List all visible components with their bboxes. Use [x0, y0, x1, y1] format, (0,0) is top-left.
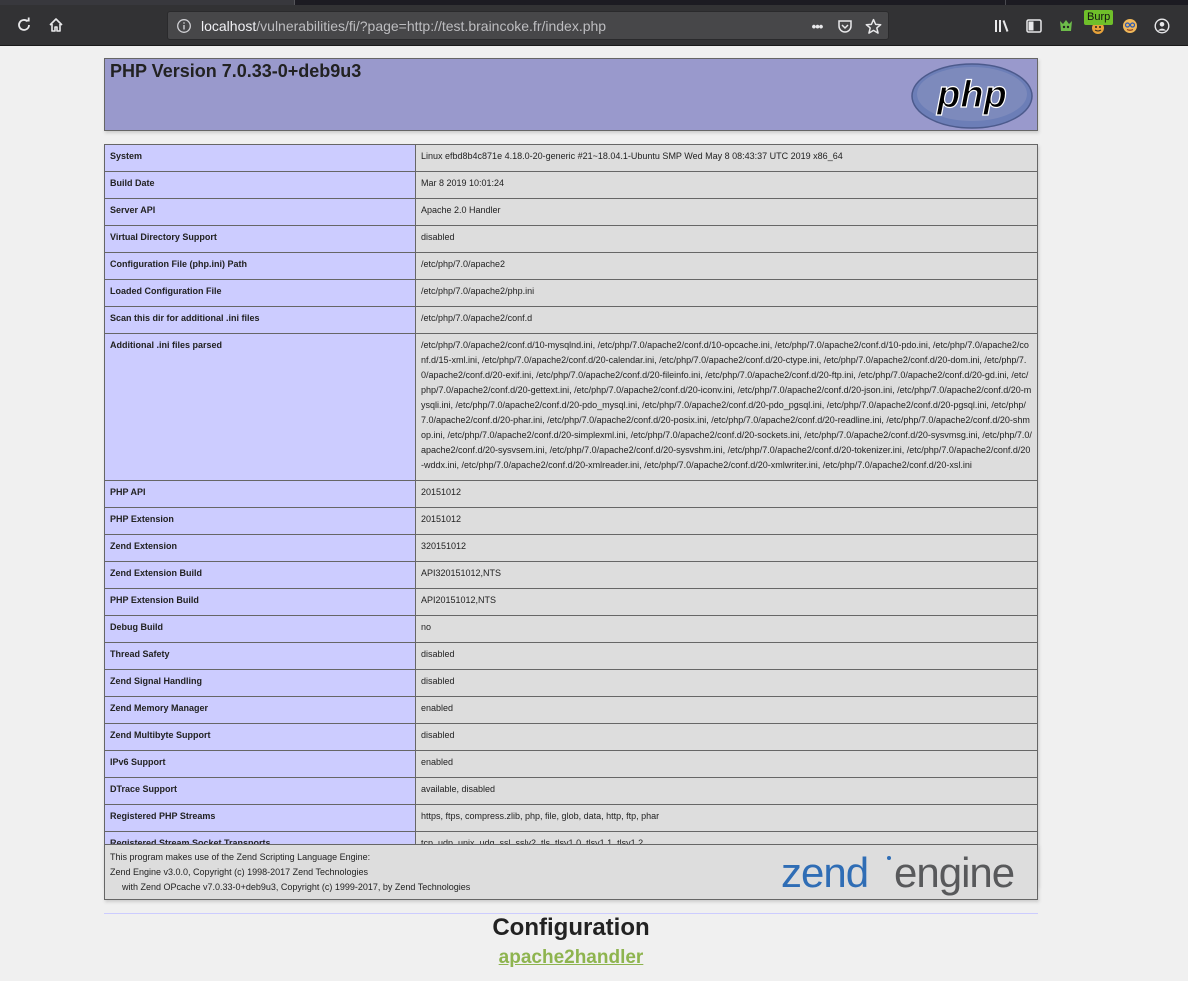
row-value: 20151012: [415, 507, 1038, 535]
row-key: Zend Memory Manager: [104, 696, 416, 724]
row-key: System: [104, 144, 416, 172]
row-value: Linux efbd8b4c871e 4.18.0-20-generic #21…: [415, 144, 1038, 172]
info-table: System Linux efbd8b4c871e 4.18.0-20-gener…: [104, 144, 1038, 886]
zend-line-2: Zend Engine v3.0.0, Copyright (c) 1998-2…: [110, 867, 368, 877]
row-key: DTrace Support: [104, 777, 416, 805]
row-key: Virtual Directory Support: [104, 225, 416, 253]
table-row: Configuration File (php.ini) Path/etc/ph…: [104, 252, 1038, 280]
table-row: Zend Extension Build API320151012,NTS: [104, 561, 1038, 589]
table-row: Debug Build no: [104, 615, 1038, 643]
row-key: Loaded Configuration File: [104, 279, 416, 307]
zend-logo-word-2: engine: [894, 849, 1014, 896]
row-value: /etc/php/7.0/apache2/conf.d: [415, 306, 1038, 334]
zend-line-1: This program makes use of the Zend Scrip…: [110, 852, 371, 862]
url-bar[interactable]: localhost/vulnerabilities/fi/?page=http:…: [167, 11, 889, 40]
row-value: /etc/php/7.0/apache2/conf.d/10-mysqlnd.i…: [415, 333, 1038, 481]
php-logo[interactable]: php: [911, 63, 1033, 129]
row-value: 20151012: [415, 480, 1038, 508]
table-row: Scan this dir for additional .ini files /…: [104, 306, 1038, 334]
burp-badge: Burp: [1084, 10, 1114, 25]
row-value: enabled: [415, 750, 1038, 778]
reload-icon[interactable]: [12, 13, 36, 37]
table-row: Additional .ini files parsed/etc/php/7.0…: [104, 333, 1038, 481]
row-key: PHP API: [104, 480, 416, 508]
row-value: https, ftps, compress.zlib, php, file, g…: [415, 804, 1038, 832]
url-path: /vulnerabilities/fi/?page=http://test.br…: [256, 18, 607, 34]
account-icon[interactable]: [1146, 11, 1178, 41]
row-value: enabled: [415, 696, 1038, 724]
table-row: PHP Extension 20151012: [104, 507, 1038, 535]
table-row: Zend Memory Manager enabled: [104, 696, 1038, 724]
row-key: PHP Extension: [104, 507, 416, 535]
row-key: Scan this dir for additional .ini files: [104, 306, 416, 334]
row-value: Apache 2.0 Handler: [415, 198, 1038, 226]
zend-box: This program makes use of the Zend Scrip…: [104, 844, 1038, 900]
table-row: Zend Extension 320151012: [104, 534, 1038, 562]
url-actions: •••: [808, 16, 882, 36]
zend-credits: This program makes use of the Zend Scrip…: [110, 850, 470, 895]
row-key: IPv6 Support: [104, 750, 416, 778]
row-value: API320151012,NTS: [415, 561, 1038, 589]
row-key: Debug Build: [104, 615, 416, 643]
php-header: PHP Version 7.0.33-0+deb9u3 php: [104, 58, 1038, 131]
row-key: PHP Extension Build: [104, 588, 416, 616]
row-key: Zend Extension: [104, 534, 416, 562]
table-row: Registered PHP Streams https, ftps, compr…: [104, 804, 1038, 832]
row-key: Server API: [104, 198, 416, 226]
row-value: available, disabled: [415, 777, 1038, 805]
url-host: localhost: [201, 18, 257, 34]
table-row: DTrace Support available, disabled: [104, 777, 1038, 805]
extension-ghost-icon[interactable]: [1050, 11, 1082, 41]
zend-line-3: with Zend OPcache v7.0.33-0+deb9u3, Copy…: [122, 882, 471, 892]
row-value: disabled: [415, 669, 1038, 697]
page-title: PHP Version 7.0.33-0+deb9u3: [110, 61, 362, 81]
row-key: Build Date: [104, 171, 416, 199]
table-row: Zend Signal Handling disabled: [104, 669, 1038, 697]
info-icon[interactable]: [176, 18, 192, 34]
apache2handler-link[interactable]: apache2handler: [104, 947, 1038, 969]
row-key: Additional .ini files parsed: [104, 333, 416, 481]
toolbar-right: [986, 11, 1178, 41]
avatar-extension-icon[interactable]: [1114, 11, 1146, 41]
table-row: Build Date Mar 8 2019 10:01:24: [104, 171, 1038, 199]
browser-navbar: localhost/vulnerabilities/fi/?page=http:…: [0, 5, 1188, 46]
home-icon[interactable]: [44, 13, 68, 37]
page-actions-icon[interactable]: •••: [808, 16, 826, 36]
row-value: disabled: [415, 642, 1038, 670]
row-value: /etc/php/7.0/apache2: [415, 252, 1038, 280]
zend-engine-logo[interactable]: zend engine: [781, 849, 1033, 897]
table-row: IPv6 Support enabled: [104, 750, 1038, 778]
table-row: Server API Apache 2.0 Handler: [104, 198, 1038, 226]
row-key: Zend Multibyte Support: [104, 723, 416, 751]
configuration-heading: Configuration: [492, 914, 650, 941]
zend-logo-word-1: zend: [781, 849, 868, 896]
row-value: 320151012: [415, 534, 1038, 562]
table-row: Loaded Configuration File/etc/php/7.0/ap…: [104, 279, 1038, 307]
table-row: Zend Multibyte Support disabled: [104, 723, 1038, 751]
bookmark-star-icon[interactable]: [864, 16, 882, 36]
row-value: no: [415, 615, 1038, 643]
library-icon[interactable]: [986, 11, 1018, 41]
pocket-icon[interactable]: [836, 16, 854, 36]
table-row: Virtual Directory Support disabled: [104, 225, 1038, 253]
sidebar-icon[interactable]: [1018, 11, 1050, 41]
row-value: disabled: [415, 723, 1038, 751]
row-key: Zend Signal Handling: [104, 669, 416, 697]
row-value: API20151012,NTS: [415, 588, 1038, 616]
row-value: /etc/php/7.0/apache2/php.ini: [415, 279, 1038, 307]
row-key: Configuration File (php.ini) Path: [104, 252, 416, 280]
url-text[interactable]: localhost/vulnerabilities/fi/?page=http:…: [201, 18, 606, 34]
row-value: Mar 8 2019 10:01:24: [415, 171, 1038, 199]
row-key: Thread Safety: [104, 642, 416, 670]
row-key: Registered PHP Streams: [104, 804, 416, 832]
table-row: System Linux efbd8b4c871e 4.18.0-20-gener…: [104, 144, 1038, 172]
table-row: Thread Safety disabled: [104, 642, 1038, 670]
php-logo-text: php: [936, 74, 1007, 116]
table-row: PHP API 20151012: [104, 480, 1038, 508]
table-row: PHP Extension Build API20151012,NTS: [104, 588, 1038, 616]
row-key: Zend Extension Build: [104, 561, 416, 589]
registered-mark-icon: [887, 856, 891, 860]
row-value: disabled: [415, 225, 1038, 253]
phpinfo-page: PHP Version 7.0.33-0+deb9u3 php System Li…: [104, 58, 1038, 968]
